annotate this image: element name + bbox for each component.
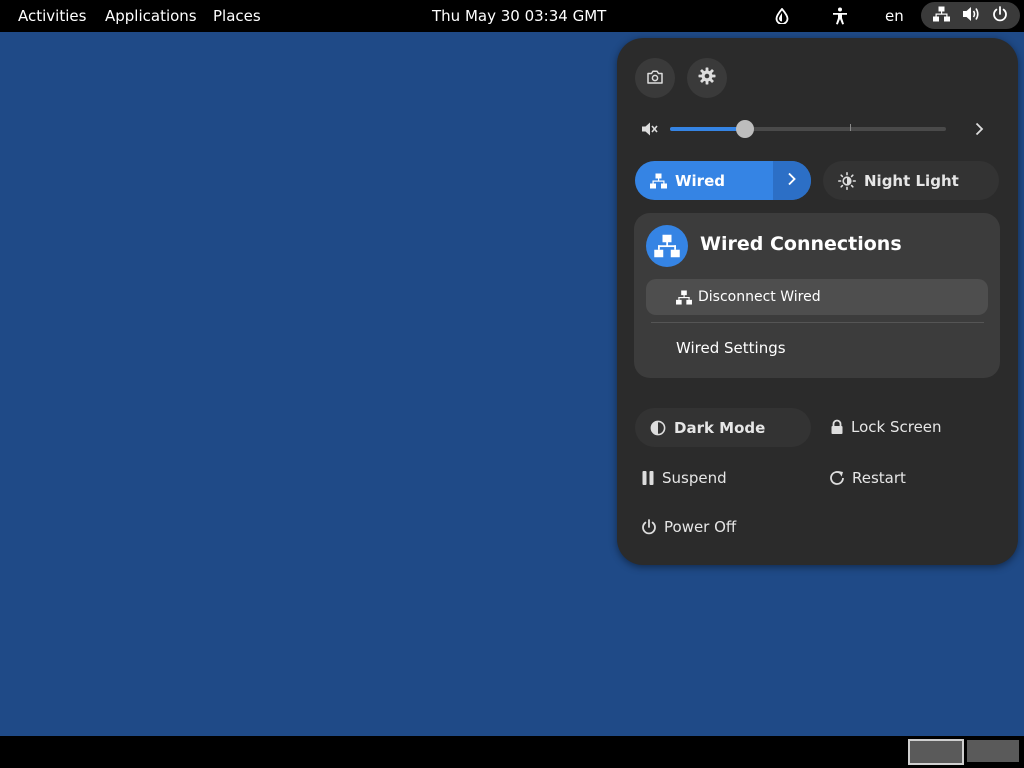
network-icon	[650, 173, 667, 189]
wired-toggle-button[interactable]: Wired	[635, 161, 772, 200]
applications-menu[interactable]: Applications	[105, 0, 197, 32]
wired-toggle-label: Wired	[675, 171, 725, 190]
wired-connections-title: Wired Connections	[700, 233, 902, 255]
workspace-2[interactable]	[967, 740, 1019, 762]
chevron-right-icon[interactable]	[969, 119, 989, 139]
activities-button[interactable]: Activities	[18, 0, 86, 32]
dark-mode-toggle[interactable]: Dark Mode	[635, 408, 811, 447]
disconnect-wired-item[interactable]: Disconnect Wired	[646, 279, 988, 315]
quick-settings-panel: Wired Night Light Wired Connections Disc…	[617, 38, 1018, 565]
power-icon	[641, 519, 657, 535]
suspend-label: Suspend	[662, 469, 727, 487]
top-bar: Activities Applications Places Thu May 3…	[0, 0, 1024, 32]
dark-mode-icon	[650, 420, 666, 436]
night-light-label: Night Light	[864, 171, 959, 190]
network-icon	[646, 225, 688, 267]
network-icon	[676, 289, 692, 305]
night-light-toggle[interactable]: Night Light	[823, 161, 999, 200]
clock[interactable]: Thu May 30 03:34 GMT	[432, 0, 606, 32]
restart-button[interactable]: Restart	[829, 469, 906, 487]
workspace-1[interactable]	[908, 739, 964, 765]
settings-button[interactable]	[687, 58, 727, 98]
volume-slider-tick	[850, 124, 851, 131]
restart-icon	[829, 470, 845, 486]
places-menu[interactable]: Places	[213, 0, 261, 32]
night-light-icon	[838, 171, 856, 190]
lock-screen-label: Lock Screen	[851, 418, 942, 436]
wired-connections-menu: Wired Connections Disconnect Wired Wired…	[634, 213, 1000, 378]
bottom-bar	[0, 736, 1024, 768]
restart-label: Restart	[852, 469, 906, 487]
screenshot-button[interactable]	[635, 58, 675, 98]
wired-menu-button[interactable]	[773, 161, 811, 200]
volume-slider-knob[interactable]	[736, 120, 754, 138]
system-status-menu[interactable]	[921, 2, 1020, 29]
drop-icon[interactable]	[772, 0, 792, 32]
menu-separator	[651, 322, 984, 323]
volume-slider[interactable]	[670, 127, 946, 131]
power-icon	[992, 5, 1008, 26]
power-off-label: Power Off	[664, 518, 737, 536]
lock-screen-button[interactable]: Lock Screen	[830, 418, 942, 436]
camera-icon	[647, 69, 663, 88]
wired-toggle: Wired	[635, 161, 811, 200]
pause-icon	[641, 470, 655, 486]
accessibility-icon[interactable]	[830, 0, 850, 32]
lock-icon	[830, 419, 844, 435]
power-off-button[interactable]: Power Off	[641, 518, 736, 536]
chevron-right-icon	[784, 170, 800, 192]
volume-icon	[962, 6, 980, 26]
disconnect-wired-label: Disconnect Wired	[698, 289, 821, 305]
gear-icon	[698, 67, 716, 89]
wired-settings-item[interactable]: Wired Settings	[676, 339, 786, 357]
dark-mode-label: Dark Mode	[674, 418, 766, 437]
suspend-button[interactable]: Suspend	[641, 469, 727, 487]
volume-muted-icon[interactable]	[639, 119, 659, 139]
network-icon	[933, 6, 950, 26]
volume-slider-fill	[670, 127, 745, 131]
language-indicator[interactable]: en	[885, 0, 904, 32]
